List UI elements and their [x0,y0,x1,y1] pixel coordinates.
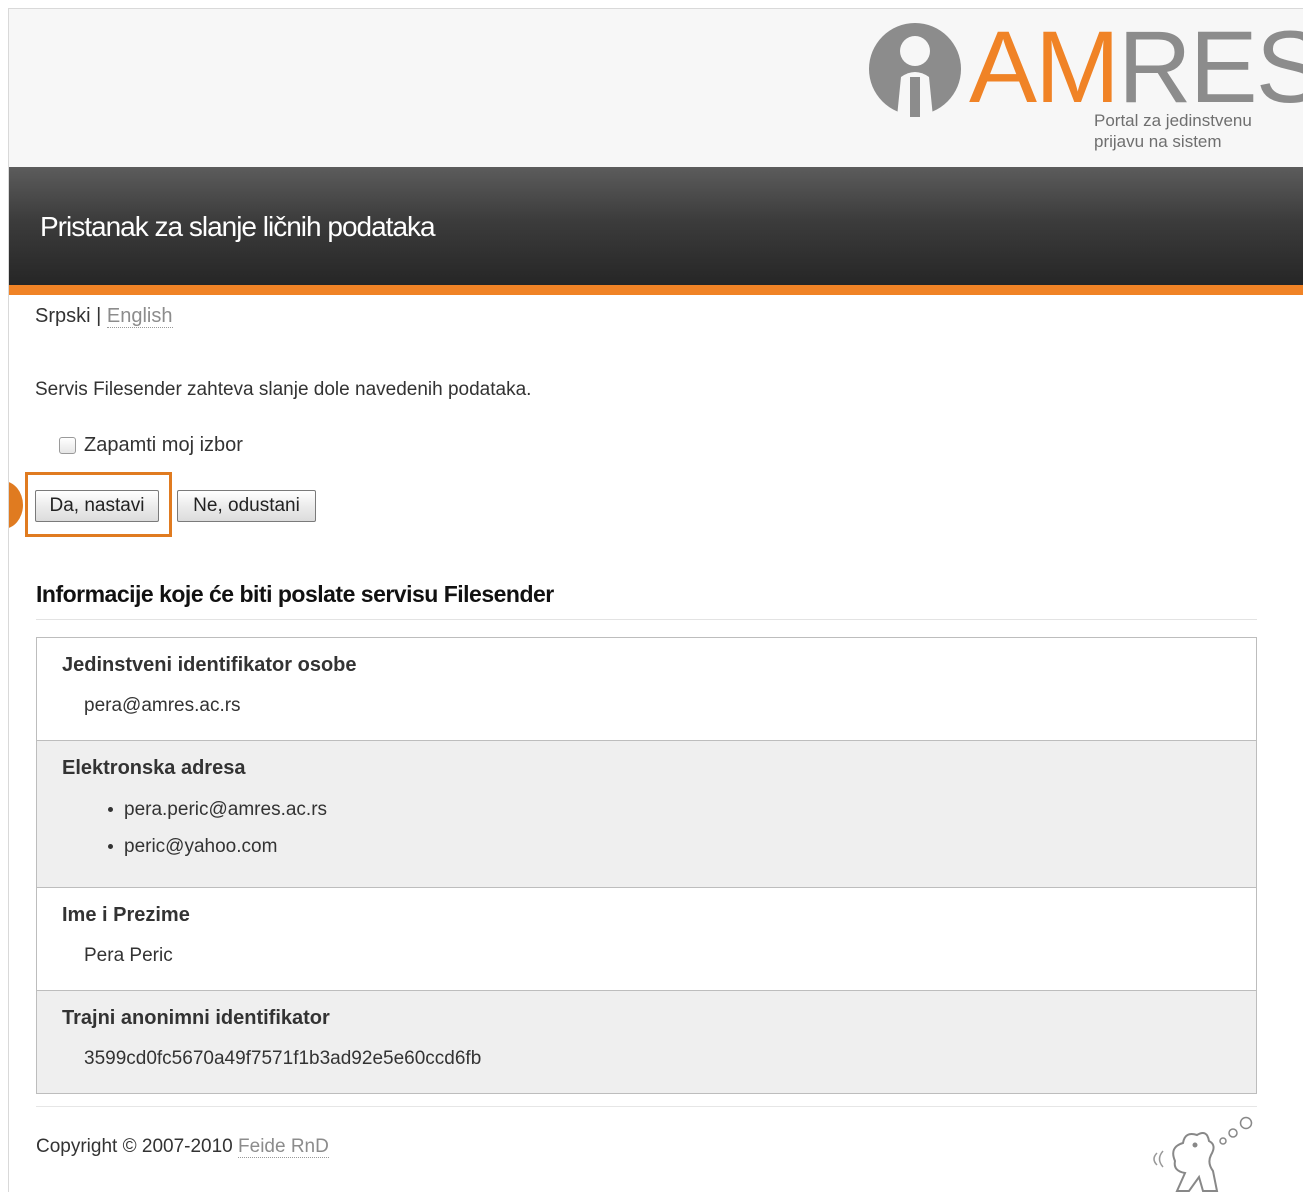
annotation-marker [9,481,23,529]
attribute-name: Trajni anonimni identifikator [62,1007,330,1029]
attributes-heading-rule [36,619,1257,620]
language-switcher: Srpski | English [35,305,173,328]
page-frame: AMRES Portal za jedinstvenu prijavu na s… [8,8,1303,1192]
remember-choice[interactable]: Zapamti moj izbor [59,434,243,457]
attribute-row: Trajni anonimni identifikator 3599cd0fc5… [37,990,1256,1093]
amres-logo-icon [869,23,961,117]
remember-label: Zapamti moj izbor [84,434,243,456]
language-separator: | [96,305,102,327]
attribute-name: Elektronska adresa [62,757,246,779]
attribute-value-list: pera.peric@amres.ac.rs peric@yahoo.com [62,785,1256,887]
attributes-table: Jedinstveni identifikator osobe pera@amr… [36,637,1257,1094]
consent-intro: Servis Filesender zahteva slanje dole na… [35,379,532,400]
logo-text-main: RES [1118,10,1303,124]
attribute-value: Pera Peric [84,945,173,966]
logo-tagline-line2: prijavu na sistem [1094,132,1222,151]
accent-divider [9,285,1303,295]
attribute-value-item: pera.peric@amres.ac.rs [108,791,1256,828]
attribute-row: Elektronska adresa pera.peric@amres.ac.r… [37,740,1256,887]
logo-wordmark: AMRES [969,16,1303,118]
logo-text-accent: AM [969,10,1120,124]
title-bar: Pristanak za slanje ličnih podataka [9,167,1303,285]
attribute-name: Jedinstveni identifikator osobe [62,654,357,676]
copyright-text: Copyright © 2007-2010 [36,1136,233,1157]
feide-rnd-link[interactable]: Feide RnD [238,1136,329,1158]
language-current: Srpski [35,305,91,327]
attribute-value: pera@amres.ac.rs [84,695,241,716]
attribute-value: 3599cd0fc5670a49f7571f1b3ad92e5e60ccd6fb [84,1048,482,1069]
logo-tagline-line1: Portal za jedinstvenu [1094,111,1252,130]
header-band: AMRES Portal za jedinstvenu prijavu na s… [9,9,1303,167]
remember-checkbox[interactable] [59,437,76,454]
amres-logo: AMRES Portal za jedinstvenu prijavu na s… [863,16,1303,161]
page-title: Pristanak za slanje ličnih podataka [40,211,436,242]
yes-continue-button[interactable]: Da, nastavi [35,490,159,522]
attribute-name: Ime i Prezime [62,904,190,926]
feide-mascot-icon [1153,1116,1253,1192]
attribute-row: Jedinstveni identifikator osobe pera@amr… [37,638,1256,740]
no-cancel-button[interactable]: Ne, odustani [177,490,316,522]
attribute-row: Ime i Prezime Pera Peric [37,887,1256,990]
logo-tagline: Portal za jedinstvenu prijavu na sistem [1094,110,1252,152]
footer-rule [36,1106,1257,1107]
attribute-value-item: peric@yahoo.com [108,828,1256,865]
language-english-link[interactable]: English [106,305,173,328]
footer-copyright: Copyright © 2007-2010 Feide RnD [36,1136,329,1158]
attributes-heading: Informacije koje će biti poslate servisu… [36,581,554,607]
